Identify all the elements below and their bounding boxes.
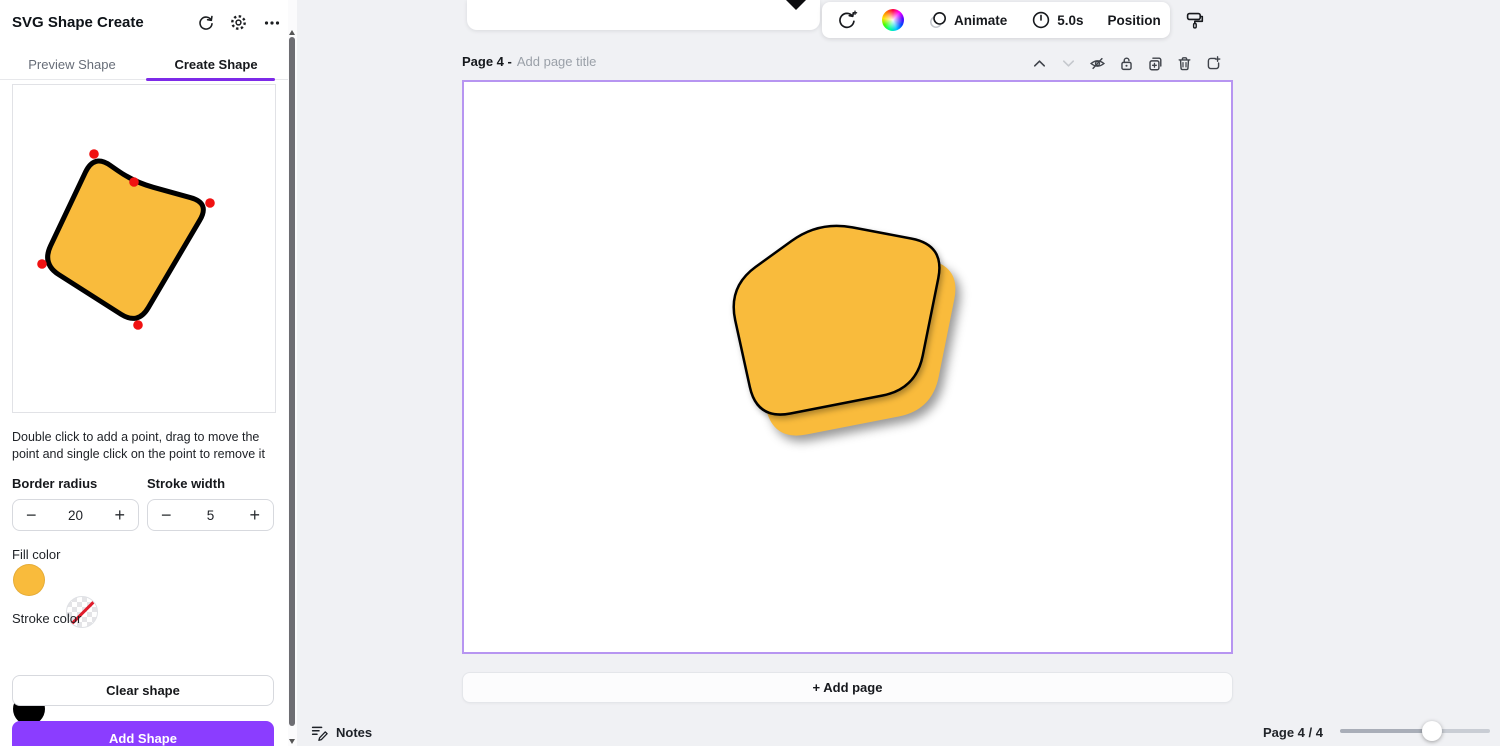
tab-preview-shape[interactable]: Preview Shape (0, 50, 144, 79)
reset-icon (198, 15, 213, 30)
active-tab-underline (146, 78, 275, 81)
move-page-up-button[interactable] (1031, 55, 1048, 72)
zoom-slider-track[interactable] (1340, 729, 1490, 733)
clock-icon (1033, 11, 1050, 29)
dropdown-caret-icon (786, 0, 806, 10)
editor-shape-svg[interactable] (13, 85, 275, 412)
shape-point-handle[interactable] (89, 149, 99, 159)
shape-tabs: Preview Shape Create Shape (0, 50, 288, 80)
tab-create-shape[interactable]: Create Shape (144, 50, 288, 79)
rotate-plus-icon (839, 10, 858, 29)
ellipsis-icon (264, 20, 279, 25)
more-options-button[interactable] (262, 13, 281, 32)
copy-style-button[interactable] (1182, 10, 1208, 30)
duration-label: 5.0s (1057, 12, 1084, 28)
page-title-input[interactable]: Add page title (517, 54, 597, 69)
scrollbar-down-arrow[interactable] (289, 739, 295, 744)
color-wheel-icon (882, 9, 904, 31)
page-number-label: Page 4 - (462, 54, 512, 69)
shape-point-handle[interactable] (133, 320, 143, 330)
scrollbar-up-arrow[interactable] (289, 30, 295, 35)
color-picker-button[interactable] (879, 9, 907, 31)
settings-button[interactable] (229, 13, 248, 32)
animate-label: Animate (954, 12, 1008, 28)
shape-point-handle[interactable] (205, 198, 215, 208)
design-page[interactable] (462, 80, 1233, 654)
canvas-shape-svg[interactable] (464, 82, 1231, 652)
hide-page-button[interactable] (1089, 55, 1106, 72)
add-page-icon (1207, 55, 1221, 69)
add-shape-button[interactable]: Add Shape (12, 721, 274, 746)
border-radius-stepper: − 20 + (12, 499, 139, 531)
editor-hint-text: Double click to add a point, drag to mov… (12, 430, 265, 462)
page-indicator: Page 4 / 4 (1263, 725, 1323, 740)
border-radius-label: Border radius (12, 476, 98, 491)
stroke-width-increase-button[interactable]: + (249, 506, 260, 524)
gear-icon (231, 15, 246, 30)
shape-editor-canvas[interactable] (12, 84, 276, 413)
rotate-copy-button[interactable] (833, 9, 861, 31)
border-radius-decrease-button[interactable]: − (26, 506, 37, 524)
stroke-width-decrease-button[interactable]: − (161, 506, 172, 524)
shape-point-handle[interactable] (37, 259, 47, 269)
stroke-width-stepper: − 5 + (147, 499, 274, 531)
delete-page-button[interactable] (1176, 55, 1193, 72)
fill-color-label: Fill color (12, 547, 61, 562)
element-toolbar: Animate 5.0s Position (822, 2, 1203, 38)
panel-scrollbar-thumb[interactable] (289, 37, 295, 726)
stroke-color-label: Stroke color (12, 611, 82, 626)
add-page-after-button[interactable] (1205, 55, 1222, 72)
duration-button[interactable]: 5.0s (1028, 10, 1086, 30)
notes-button[interactable]: Notes (310, 723, 372, 741)
stroke-width-value[interactable]: 5 (207, 508, 215, 523)
cutoff-toolbar (467, 0, 820, 30)
paint-roller-icon (1186, 12, 1203, 29)
eye-off-icon (1089, 57, 1106, 69)
move-page-down-button[interactable] (1060, 55, 1077, 72)
notes-icon (311, 726, 328, 741)
trash-icon (1178, 56, 1191, 70)
notes-label: Notes (336, 724, 373, 740)
lock-icon (1121, 57, 1132, 70)
animate-button[interactable]: Animate (925, 10, 1010, 30)
panel-title: SVG Shape Create (12, 14, 144, 31)
stroke-width-label: Stroke width (147, 476, 226, 491)
position-label: Position (1107, 12, 1161, 28)
border-radius-value[interactable]: 20 (68, 508, 83, 523)
lock-page-button[interactable] (1118, 55, 1135, 72)
animate-icon (930, 11, 947, 28)
border-radius-increase-button[interactable]: + (114, 506, 125, 524)
fill-color-swatch-yellow[interactable] (13, 564, 45, 596)
add-page-button[interactable]: + Add page (462, 672, 1233, 703)
reset-button[interactable] (196, 13, 215, 32)
chevron-down-icon (1062, 59, 1075, 67)
zoom-slider-thumb[interactable] (1422, 721, 1442, 741)
chevron-up-icon (1033, 59, 1046, 67)
duplicate-page-button[interactable] (1147, 55, 1164, 72)
duplicate-icon (1149, 57, 1162, 70)
position-button[interactable]: Position (1105, 13, 1164, 28)
shape-point-handle[interactable] (129, 177, 139, 187)
clear-shape-button[interactable]: Clear shape (12, 675, 274, 706)
